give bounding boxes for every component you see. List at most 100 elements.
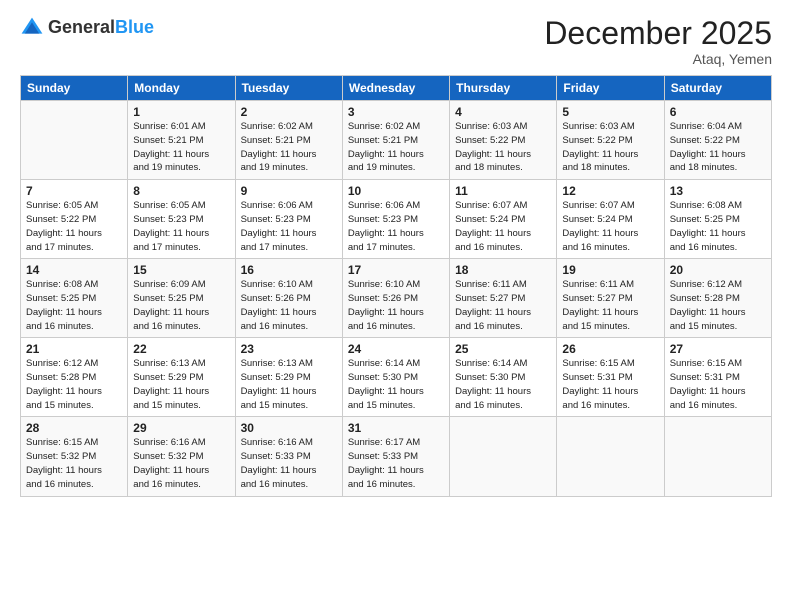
col-thursday: Thursday <box>450 76 557 101</box>
table-row: 4Sunrise: 6:03 AM Sunset: 5:22 PM Daylig… <box>450 101 557 180</box>
table-row: 11Sunrise: 6:07 AM Sunset: 5:24 PM Dayli… <box>450 180 557 259</box>
title-block: December 2025 Ataq, Yemen <box>544 16 772 67</box>
day-info: Sunrise: 6:03 AM Sunset: 5:22 PM Dayligh… <box>562 120 658 175</box>
header: GeneralBlue December 2025 Ataq, Yemen <box>20 16 772 67</box>
day-number: 9 <box>241 184 337 198</box>
day-info: Sunrise: 6:14 AM Sunset: 5:30 PM Dayligh… <box>455 357 551 412</box>
day-number: 13 <box>670 184 766 198</box>
day-info: Sunrise: 6:16 AM Sunset: 5:33 PM Dayligh… <box>241 436 337 491</box>
day-number: 4 <box>455 105 551 119</box>
day-info: Sunrise: 6:06 AM Sunset: 5:23 PM Dayligh… <box>348 199 444 254</box>
day-info: Sunrise: 6:07 AM Sunset: 5:24 PM Dayligh… <box>455 199 551 254</box>
table-row: 25Sunrise: 6:14 AM Sunset: 5:30 PM Dayli… <box>450 338 557 417</box>
day-number: 26 <box>562 342 658 356</box>
table-row: 29Sunrise: 6:16 AM Sunset: 5:32 PM Dayli… <box>128 417 235 496</box>
day-info: Sunrise: 6:15 AM Sunset: 5:31 PM Dayligh… <box>670 357 766 412</box>
table-row: 7Sunrise: 6:05 AM Sunset: 5:22 PM Daylig… <box>21 180 128 259</box>
col-sunday: Sunday <box>21 76 128 101</box>
table-row: 9Sunrise: 6:06 AM Sunset: 5:23 PM Daylig… <box>235 180 342 259</box>
day-number: 2 <box>241 105 337 119</box>
table-row <box>664 417 771 496</box>
day-number: 21 <box>26 342 122 356</box>
calendar-table: Sunday Monday Tuesday Wednesday Thursday… <box>20 75 772 496</box>
table-row: 10Sunrise: 6:06 AM Sunset: 5:23 PM Dayli… <box>342 180 449 259</box>
col-wednesday: Wednesday <box>342 76 449 101</box>
day-info: Sunrise: 6:16 AM Sunset: 5:32 PM Dayligh… <box>133 436 229 491</box>
day-info: Sunrise: 6:14 AM Sunset: 5:30 PM Dayligh… <box>348 357 444 412</box>
logo: GeneralBlue <box>20 16 154 40</box>
day-info: Sunrise: 6:08 AM Sunset: 5:25 PM Dayligh… <box>670 199 766 254</box>
col-saturday: Saturday <box>664 76 771 101</box>
table-row <box>557 417 664 496</box>
table-row <box>21 101 128 180</box>
table-row: 8Sunrise: 6:05 AM Sunset: 5:23 PM Daylig… <box>128 180 235 259</box>
table-row: 12Sunrise: 6:07 AM Sunset: 5:24 PM Dayli… <box>557 180 664 259</box>
col-tuesday: Tuesday <box>235 76 342 101</box>
day-number: 6 <box>670 105 766 119</box>
day-number: 15 <box>133 263 229 277</box>
day-number: 8 <box>133 184 229 198</box>
table-row: 24Sunrise: 6:14 AM Sunset: 5:30 PM Dayli… <box>342 338 449 417</box>
day-info: Sunrise: 6:10 AM Sunset: 5:26 PM Dayligh… <box>241 278 337 333</box>
day-number: 22 <box>133 342 229 356</box>
main-title: December 2025 <box>544 16 772 51</box>
day-info: Sunrise: 6:10 AM Sunset: 5:26 PM Dayligh… <box>348 278 444 333</box>
day-info: Sunrise: 6:01 AM Sunset: 5:21 PM Dayligh… <box>133 120 229 175</box>
col-friday: Friday <box>557 76 664 101</box>
page: GeneralBlue December 2025 Ataq, Yemen Su… <box>0 0 792 612</box>
day-number: 11 <box>455 184 551 198</box>
table-row: 28Sunrise: 6:15 AM Sunset: 5:32 PM Dayli… <box>21 417 128 496</box>
day-info: Sunrise: 6:04 AM Sunset: 5:22 PM Dayligh… <box>670 120 766 175</box>
day-number: 24 <box>348 342 444 356</box>
day-info: Sunrise: 6:05 AM Sunset: 5:23 PM Dayligh… <box>133 199 229 254</box>
logo-general: General <box>48 17 115 37</box>
day-number: 16 <box>241 263 337 277</box>
day-number: 12 <box>562 184 658 198</box>
day-info: Sunrise: 6:02 AM Sunset: 5:21 PM Dayligh… <box>348 120 444 175</box>
day-number: 5 <box>562 105 658 119</box>
table-row: 26Sunrise: 6:15 AM Sunset: 5:31 PM Dayli… <box>557 338 664 417</box>
calendar-row: 7Sunrise: 6:05 AM Sunset: 5:22 PM Daylig… <box>21 180 772 259</box>
table-row: 6Sunrise: 6:04 AM Sunset: 5:22 PM Daylig… <box>664 101 771 180</box>
table-row: 22Sunrise: 6:13 AM Sunset: 5:29 PM Dayli… <box>128 338 235 417</box>
day-number: 31 <box>348 421 444 435</box>
day-number: 1 <box>133 105 229 119</box>
table-row: 1Sunrise: 6:01 AM Sunset: 5:21 PM Daylig… <box>128 101 235 180</box>
day-number: 7 <box>26 184 122 198</box>
day-info: Sunrise: 6:02 AM Sunset: 5:21 PM Dayligh… <box>241 120 337 175</box>
day-number: 19 <box>562 263 658 277</box>
day-number: 3 <box>348 105 444 119</box>
day-info: Sunrise: 6:06 AM Sunset: 5:23 PM Dayligh… <box>241 199 337 254</box>
day-info: Sunrise: 6:12 AM Sunset: 5:28 PM Dayligh… <box>670 278 766 333</box>
table-row: 30Sunrise: 6:16 AM Sunset: 5:33 PM Dayli… <box>235 417 342 496</box>
logo-blue: Blue <box>115 17 154 37</box>
day-info: Sunrise: 6:09 AM Sunset: 5:25 PM Dayligh… <box>133 278 229 333</box>
day-info: Sunrise: 6:17 AM Sunset: 5:33 PM Dayligh… <box>348 436 444 491</box>
day-info: Sunrise: 6:05 AM Sunset: 5:22 PM Dayligh… <box>26 199 122 254</box>
table-row: 2Sunrise: 6:02 AM Sunset: 5:21 PM Daylig… <box>235 101 342 180</box>
table-row: 14Sunrise: 6:08 AM Sunset: 5:25 PM Dayli… <box>21 259 128 338</box>
day-number: 14 <box>26 263 122 277</box>
day-number: 18 <box>455 263 551 277</box>
table-row: 18Sunrise: 6:11 AM Sunset: 5:27 PM Dayli… <box>450 259 557 338</box>
day-number: 28 <box>26 421 122 435</box>
table-row: 5Sunrise: 6:03 AM Sunset: 5:22 PM Daylig… <box>557 101 664 180</box>
header-row: Sunday Monday Tuesday Wednesday Thursday… <box>21 76 772 101</box>
day-number: 20 <box>670 263 766 277</box>
day-number: 29 <box>133 421 229 435</box>
calendar-row: 21Sunrise: 6:12 AM Sunset: 5:28 PM Dayli… <box>21 338 772 417</box>
location: Ataq, Yemen <box>544 51 772 67</box>
day-info: Sunrise: 6:13 AM Sunset: 5:29 PM Dayligh… <box>133 357 229 412</box>
table-row: 23Sunrise: 6:13 AM Sunset: 5:29 PM Dayli… <box>235 338 342 417</box>
day-number: 17 <box>348 263 444 277</box>
day-number: 10 <box>348 184 444 198</box>
day-info: Sunrise: 6:11 AM Sunset: 5:27 PM Dayligh… <box>455 278 551 333</box>
table-row: 13Sunrise: 6:08 AM Sunset: 5:25 PM Dayli… <box>664 180 771 259</box>
day-number: 23 <box>241 342 337 356</box>
day-number: 25 <box>455 342 551 356</box>
day-info: Sunrise: 6:15 AM Sunset: 5:32 PM Dayligh… <box>26 436 122 491</box>
day-info: Sunrise: 6:11 AM Sunset: 5:27 PM Dayligh… <box>562 278 658 333</box>
table-row: 21Sunrise: 6:12 AM Sunset: 5:28 PM Dayli… <box>21 338 128 417</box>
table-row: 17Sunrise: 6:10 AM Sunset: 5:26 PM Dayli… <box>342 259 449 338</box>
day-info: Sunrise: 6:07 AM Sunset: 5:24 PM Dayligh… <box>562 199 658 254</box>
